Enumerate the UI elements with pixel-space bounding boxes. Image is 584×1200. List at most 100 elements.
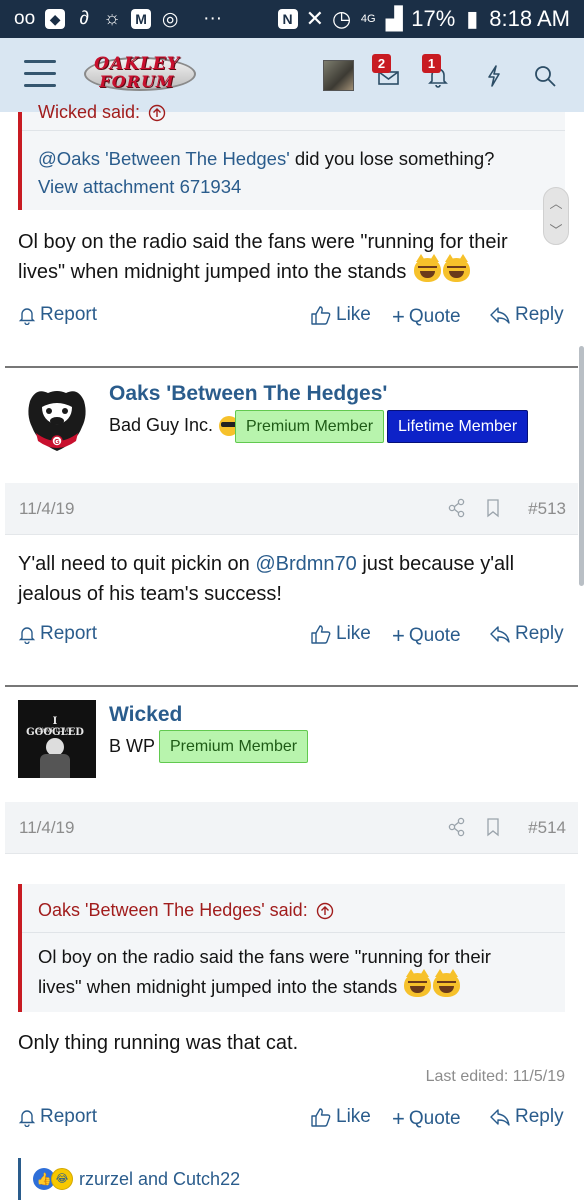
plus-icon[interactable]: + xyxy=(392,304,405,330)
like-label[interactable]: Like xyxy=(336,304,371,326)
quote-button[interactable]: + Quote xyxy=(392,1106,461,1132)
reply-arrow-icon xyxy=(490,1109,510,1126)
bell-outline-icon xyxy=(18,308,36,325)
plus-icon[interactable]: + xyxy=(392,1106,405,1132)
share-icon[interactable] xyxy=(448,817,466,842)
crying-laughing-cat-emoji xyxy=(414,254,441,282)
search-button[interactable] xyxy=(527,58,563,94)
voicemail-icon: oo xyxy=(14,8,36,29)
quote-text: did you lose something? xyxy=(289,148,495,169)
like-label[interactable]: Like xyxy=(336,1106,371,1128)
menu-icon[interactable] xyxy=(24,60,56,88)
report-button[interactable]: Report xyxy=(18,1106,97,1128)
quote-author[interactable]: Wicked said: xyxy=(38,102,140,123)
reply-label[interactable]: Reply xyxy=(515,304,564,326)
quote-button[interactable]: + Quote xyxy=(392,623,461,649)
thumbs-up-icon xyxy=(311,306,331,325)
quote-label[interactable]: Quote xyxy=(409,1108,461,1130)
user-title-text: Bad Guy Inc. xyxy=(109,415,214,435)
reply-button[interactable]: Reply xyxy=(489,623,564,645)
like-button[interactable]: Like xyxy=(310,1106,371,1128)
mention-link[interactable]: @Oaks 'Between The Hedges' xyxy=(38,148,290,169)
svg-text:G: G xyxy=(54,439,60,446)
premium-member-badge: Premium Member xyxy=(159,730,309,763)
report-button[interactable]: Report xyxy=(18,304,97,326)
quote-author[interactable]: Oaks 'Between The Hedges' said: xyxy=(38,900,308,921)
post-actions: Report Like + Quote Reply xyxy=(0,623,584,659)
arrow-up-circle-icon[interactable] xyxy=(148,104,166,122)
search-icon xyxy=(535,66,556,87)
last-edited: Last edited: 11/5/19 xyxy=(425,1068,565,1085)
user-title: B WP xyxy=(109,736,155,757)
reply-button[interactable]: Reply xyxy=(489,304,564,326)
laugh-reaction-icon: 😂 xyxy=(51,1168,73,1190)
premium-member-badge: Premium Member xyxy=(235,410,385,443)
avatar-text: I GOOGLED xyxy=(26,716,84,738)
share-icon[interactable] xyxy=(448,498,466,523)
post-number[interactable]: #513 xyxy=(528,499,566,519)
post-meta: 11/4/19 #514 xyxy=(5,802,578,854)
post-body: Only thing running was that cat. xyxy=(18,1032,299,1054)
bell-outline-icon xyxy=(18,627,36,644)
thumbs-up-icon xyxy=(311,1108,331,1127)
bell-outline-icon xyxy=(18,1110,36,1127)
user-avatar[interactable]: I GOOGLED SYMPTOMS xyxy=(18,700,96,778)
quote-header: Wicked said: xyxy=(38,102,166,123)
user-avatar[interactable]: G xyxy=(18,381,96,459)
quote-label[interactable]: Quote xyxy=(409,306,461,328)
whats-new-button[interactable] xyxy=(476,58,512,94)
post-date[interactable]: 11/4/19 xyxy=(19,818,74,838)
bulldog-logo-icon: G xyxy=(18,381,96,459)
like-button[interactable]: Like xyxy=(310,304,371,326)
forum-logo[interactable]: OAKLEY FORUM xyxy=(78,51,196,97)
reply-button[interactable]: Reply xyxy=(489,1106,564,1128)
bookmark-icon[interactable] xyxy=(486,498,500,523)
reply-label[interactable]: Reply xyxy=(515,1106,564,1128)
alerts-button[interactable]: 1 xyxy=(420,54,456,94)
arrow-up-circle-icon[interactable] xyxy=(316,902,334,920)
app-notification-icon: ◆ xyxy=(45,9,66,29)
reactions-bar[interactable]: 👍 😂 rzurzel and Cutch22 xyxy=(18,1158,578,1200)
quote-block: Wicked said: @Oaks 'Between The Hedges' … xyxy=(18,102,565,210)
post-actions: Report Like + Quote Reply xyxy=(0,1106,584,1142)
more-notifications-icon: ··· xyxy=(203,8,223,29)
report-label[interactable]: Report xyxy=(40,1106,97,1128)
plus-icon[interactable]: + xyxy=(392,623,405,649)
post-body: Ol boy on the radio said the fans were "… xyxy=(18,227,508,287)
like-label[interactable]: Like xyxy=(336,623,371,645)
account-avatar[interactable] xyxy=(323,60,354,91)
username[interactable]: Oaks 'Between The Hedges' xyxy=(109,382,387,406)
reply-label[interactable]: Reply xyxy=(515,623,564,645)
quote-label[interactable]: Quote xyxy=(409,625,461,647)
report-label[interactable]: Report xyxy=(40,304,97,326)
battery-percentage: 17% xyxy=(411,6,456,31)
scroll-buttons[interactable]: ︿ ﹀ xyxy=(543,187,569,245)
chevron-up-icon[interactable]: ︿ xyxy=(549,193,562,212)
like-button[interactable]: Like xyxy=(310,623,371,645)
reaction-users[interactable]: rzurzel and Cutch22 xyxy=(79,1169,240,1190)
post-number[interactable]: #514 xyxy=(528,818,566,838)
username[interactable]: Wicked xyxy=(109,703,182,727)
report-label[interactable]: Report xyxy=(40,623,97,645)
conversations-button[interactable]: 2 xyxy=(370,54,406,94)
chevron-down-icon[interactable]: ﹀ xyxy=(549,220,562,239)
page-scrollbar[interactable] xyxy=(579,346,584,586)
battery-icon: ▮ xyxy=(466,6,479,31)
post-actions: Report Like + Quote Reply xyxy=(0,304,584,340)
post-date[interactable]: 11/4/19 xyxy=(19,499,74,519)
quote-header: Oaks 'Between The Hedges' said: xyxy=(38,900,334,921)
reply-arrow-icon xyxy=(490,307,510,324)
weather-icon: ☼ xyxy=(103,8,121,29)
signal-icon: ▟ xyxy=(385,6,403,31)
mention-link[interactable]: @Brdmn70 xyxy=(255,553,356,575)
quote-button[interactable]: + Quote xyxy=(392,304,461,330)
status-bar: oo ◆ ∂ ☼ M ◎ ··· N ✕ ◷ 4G ▟ 17% ▮ 8:18 A… xyxy=(0,0,584,38)
lifetime-member-badge: Lifetime Member xyxy=(387,410,529,443)
bookmark-icon[interactable] xyxy=(486,817,500,842)
gmail-icon: M xyxy=(131,9,152,29)
report-button[interactable]: Report xyxy=(18,623,97,645)
attachment-link[interactable]: View attachment 671934 xyxy=(38,176,241,197)
post-user-header: G Oaks 'Between The Hedges' Bad Guy Inc.… xyxy=(5,368,578,483)
avatar-text: SYMPTOMS xyxy=(37,728,73,734)
post-body-line: jealous of his team's success! xyxy=(18,583,282,605)
